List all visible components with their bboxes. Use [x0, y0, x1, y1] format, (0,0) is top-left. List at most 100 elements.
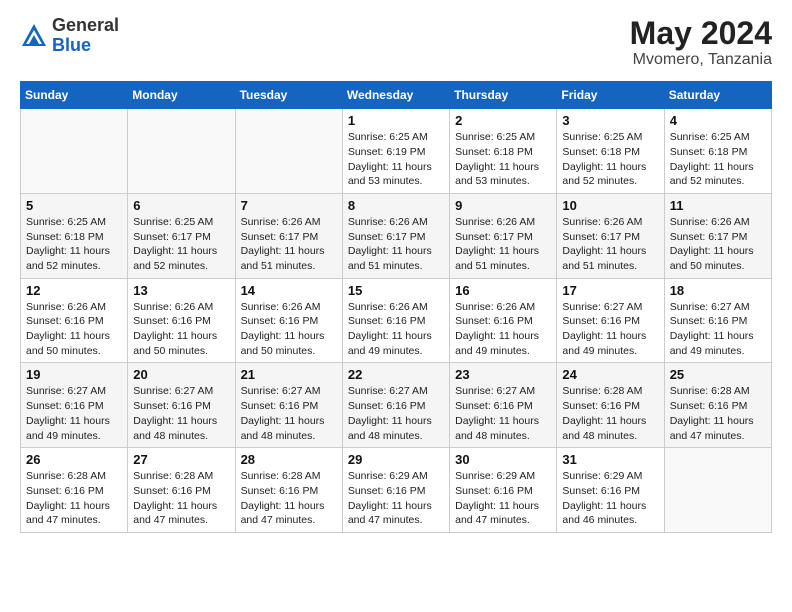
- day-info: Sunrise: 6:27 AM Sunset: 6:16 PM Dayligh…: [133, 384, 229, 443]
- day-info: Sunrise: 6:29 AM Sunset: 6:16 PM Dayligh…: [562, 469, 658, 528]
- day-info: Sunrise: 6:26 AM Sunset: 6:16 PM Dayligh…: [241, 300, 337, 359]
- day-cell: [21, 109, 128, 194]
- day-cell: 1Sunrise: 6:25 AM Sunset: 6:19 PM Daylig…: [342, 109, 449, 194]
- day-cell: 10Sunrise: 6:26 AM Sunset: 6:17 PM Dayli…: [557, 193, 664, 278]
- day-cell: 29 Sunrise: 6:29 AM Sunset: 6:16 PM Dayli…: [342, 448, 449, 533]
- day-number: 22: [348, 367, 444, 382]
- day-cell: 28 Sunrise: 6:28 AM Sunset: 6:16 PM Dayli…: [235, 448, 342, 533]
- week-row-3: 19 Sunrise: 6:27 AM Sunset: 6:16 PM Dayli…: [21, 363, 772, 448]
- day-number: 9: [455, 198, 551, 213]
- day-cell: 17 Sunrise: 6:27 AM Sunset: 6:16 PM Dayli…: [557, 278, 664, 363]
- day-cell: 16 Sunrise: 6:26 AM Sunset: 6:16 PM Dayli…: [450, 278, 557, 363]
- day-number: 16: [455, 283, 551, 298]
- day-number: 30: [455, 452, 551, 467]
- day-info: Sunrise: 6:26 AM Sunset: 6:16 PM Dayligh…: [455, 300, 551, 359]
- day-cell: 8 Sunrise: 6:26 AM Sunset: 6:17 PM Daylig…: [342, 193, 449, 278]
- day-number: 15: [348, 283, 444, 298]
- week-row-2: 12Sunrise: 6:26 AM Sunset: 6:16 PM Dayli…: [21, 278, 772, 363]
- day-cell: 24Sunrise: 6:28 AM Sunset: 6:16 PM Dayli…: [557, 363, 664, 448]
- day-info: Sunrise: 6:26 AM Sunset: 6:17 PM Dayligh…: [241, 215, 337, 274]
- day-number: 17: [562, 283, 658, 298]
- col-wednesday: Wednesday: [342, 82, 449, 109]
- day-cell: 7 Sunrise: 6:26 AM Sunset: 6:17 PM Daylig…: [235, 193, 342, 278]
- day-info: Sunrise: 6:25 AM Sunset: 6:18 PM Dayligh…: [455, 130, 551, 189]
- logo: General Blue: [20, 16, 119, 56]
- day-info: Sunrise: 6:28 AM Sunset: 6:16 PM Dayligh…: [670, 384, 766, 443]
- day-info: Sunrise: 6:26 AM Sunset: 6:16 PM Dayligh…: [26, 300, 122, 359]
- week-row-4: 26 Sunrise: 6:28 AM Sunset: 6:16 PM Dayli…: [21, 448, 772, 533]
- day-info: Sunrise: 6:26 AM Sunset: 6:17 PM Dayligh…: [348, 215, 444, 274]
- day-info: Sunrise: 6:27 AM Sunset: 6:16 PM Dayligh…: [26, 384, 122, 443]
- col-saturday: Saturday: [664, 82, 771, 109]
- col-thursday: Thursday: [450, 82, 557, 109]
- title-block: May 2024 Mvomero, Tanzania: [630, 16, 772, 69]
- day-cell: 14 Sunrise: 6:26 AM Sunset: 6:16 PM Dayli…: [235, 278, 342, 363]
- day-cell: 13 Sunrise: 6:26 AM Sunset: 6:16 PM Dayli…: [128, 278, 235, 363]
- day-info: Sunrise: 6:27 AM Sunset: 6:16 PM Dayligh…: [455, 384, 551, 443]
- day-cell: [128, 109, 235, 194]
- day-cell: [664, 448, 771, 533]
- day-info: Sunrise: 6:26 AM Sunset: 6:16 PM Dayligh…: [133, 300, 229, 359]
- page: General Blue May 2024 Mvomero, Tanzania …: [0, 0, 792, 549]
- day-number: 29: [348, 452, 444, 467]
- day-number: 6: [133, 198, 229, 213]
- day-number: 5: [26, 198, 122, 213]
- day-number: 23: [455, 367, 551, 382]
- logo-text: General Blue: [52, 16, 119, 56]
- day-number: 31: [562, 452, 658, 467]
- day-number: 14: [241, 283, 337, 298]
- week-row-1: 5 Sunrise: 6:25 AM Sunset: 6:18 PM Daylig…: [21, 193, 772, 278]
- day-number: 21: [241, 367, 337, 382]
- location: Mvomero, Tanzania: [630, 51, 772, 69]
- day-cell: 6 Sunrise: 6:25 AM Sunset: 6:17 PM Daylig…: [128, 193, 235, 278]
- day-number: 11: [670, 198, 766, 213]
- header-row: Sunday Monday Tuesday Wednesday Thursday…: [21, 82, 772, 109]
- day-cell: 3Sunrise: 6:25 AM Sunset: 6:18 PM Daylig…: [557, 109, 664, 194]
- day-number: 25: [670, 367, 766, 382]
- day-number: 3: [562, 113, 658, 128]
- day-info: Sunrise: 6:27 AM Sunset: 6:16 PM Dayligh…: [241, 384, 337, 443]
- day-info: Sunrise: 6:28 AM Sunset: 6:16 PM Dayligh…: [26, 469, 122, 528]
- day-number: 28: [241, 452, 337, 467]
- day-info: Sunrise: 6:26 AM Sunset: 6:17 PM Dayligh…: [670, 215, 766, 274]
- calendar-table: Sunday Monday Tuesday Wednesday Thursday…: [20, 81, 772, 533]
- day-number: 1: [348, 113, 444, 128]
- day-cell: 31 Sunrise: 6:29 AM Sunset: 6:16 PM Dayli…: [557, 448, 664, 533]
- day-number: 4: [670, 113, 766, 128]
- day-cell: 20 Sunrise: 6:27 AM Sunset: 6:16 PM Dayli…: [128, 363, 235, 448]
- col-tuesday: Tuesday: [235, 82, 342, 109]
- day-cell: 25 Sunrise: 6:28 AM Sunset: 6:16 PM Dayli…: [664, 363, 771, 448]
- day-number: 27: [133, 452, 229, 467]
- day-cell: 22Sunrise: 6:27 AM Sunset: 6:16 PM Dayli…: [342, 363, 449, 448]
- day-number: 19: [26, 367, 122, 382]
- day-number: 8: [348, 198, 444, 213]
- day-info: Sunrise: 6:27 AM Sunset: 6:16 PM Dayligh…: [670, 300, 766, 359]
- day-info: Sunrise: 6:27 AM Sunset: 6:16 PM Dayligh…: [562, 300, 658, 359]
- day-cell: [235, 109, 342, 194]
- day-number: 20: [133, 367, 229, 382]
- day-cell: 21 Sunrise: 6:27 AM Sunset: 6:16 PM Dayli…: [235, 363, 342, 448]
- logo-blue-text: Blue: [52, 36, 119, 56]
- day-cell: 11 Sunrise: 6:26 AM Sunset: 6:17 PM Dayli…: [664, 193, 771, 278]
- day-cell: 27Sunrise: 6:28 AM Sunset: 6:16 PM Dayli…: [128, 448, 235, 533]
- day-cell: 23 Sunrise: 6:27 AM Sunset: 6:16 PM Dayli…: [450, 363, 557, 448]
- day-info: Sunrise: 6:25 AM Sunset: 6:17 PM Dayligh…: [133, 215, 229, 274]
- day-info: Sunrise: 6:25 AM Sunset: 6:18 PM Dayligh…: [26, 215, 122, 274]
- day-number: 26: [26, 452, 122, 467]
- day-cell: 12Sunrise: 6:26 AM Sunset: 6:16 PM Dayli…: [21, 278, 128, 363]
- month-title: May 2024: [630, 16, 772, 51]
- day-info: Sunrise: 6:25 AM Sunset: 6:18 PM Dayligh…: [670, 130, 766, 189]
- day-info: Sunrise: 6:28 AM Sunset: 6:16 PM Dayligh…: [241, 469, 337, 528]
- col-friday: Friday: [557, 82, 664, 109]
- day-cell: 15Sunrise: 6:26 AM Sunset: 6:16 PM Dayli…: [342, 278, 449, 363]
- day-info: Sunrise: 6:29 AM Sunset: 6:16 PM Dayligh…: [455, 469, 551, 528]
- day-cell: 26 Sunrise: 6:28 AM Sunset: 6:16 PM Dayli…: [21, 448, 128, 533]
- logo-icon: [20, 22, 48, 50]
- day-number: 7: [241, 198, 337, 213]
- day-cell: 2Sunrise: 6:25 AM Sunset: 6:18 PM Daylig…: [450, 109, 557, 194]
- day-cell: 30 Sunrise: 6:29 AM Sunset: 6:16 PM Dayli…: [450, 448, 557, 533]
- day-number: 13: [133, 283, 229, 298]
- day-cell: 19 Sunrise: 6:27 AM Sunset: 6:16 PM Dayli…: [21, 363, 128, 448]
- day-info: Sunrise: 6:29 AM Sunset: 6:16 PM Dayligh…: [348, 469, 444, 528]
- header: General Blue May 2024 Mvomero, Tanzania: [20, 16, 772, 69]
